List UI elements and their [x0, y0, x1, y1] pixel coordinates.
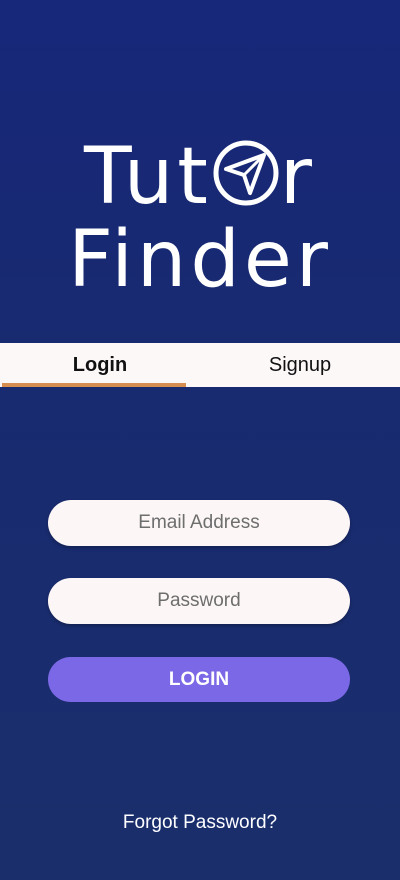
active-tab-indicator — [2, 383, 186, 387]
logo-line-1: Tut r — [0, 132, 400, 226]
login-button[interactable]: LOGIN — [48, 657, 350, 702]
tab-login[interactable]: Login — [0, 343, 200, 387]
password-field[interactable] — [48, 578, 350, 624]
email-field[interactable] — [48, 500, 350, 546]
tab-signup[interactable]: Signup — [200, 343, 400, 387]
logo-text-tut: Tut — [84, 132, 212, 222]
forgot-password-link[interactable]: Forgot Password? — [0, 812, 400, 834]
logo-text-r: r — [279, 132, 316, 222]
login-screen: Tut r Finder Login Signup LOGIN Forgot P… — [0, 0, 400, 880]
app-logo: Tut r Finder — [0, 120, 400, 320]
logo-line-2: Finder — [68, 215, 332, 305]
compass-arrow-icon — [212, 136, 280, 226]
auth-tabs: Login Signup — [0, 343, 400, 387]
